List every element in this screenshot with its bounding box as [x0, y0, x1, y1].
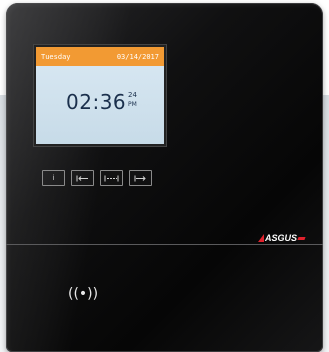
date-label: 03/14/2017: [116, 52, 159, 61]
break-key[interactable]: [100, 170, 123, 186]
panel-divider: [6, 244, 323, 245]
break-icon: [104, 175, 119, 181]
clock-out-icon: [134, 175, 146, 181]
rfid-symbol: ((•)): [68, 286, 99, 302]
brand-logo: ASGUS: [258, 233, 306, 243]
lcd-display: Tuesday 03/14/2017 02:36 24 PM: [36, 47, 164, 144]
brand-name: ASGUS: [265, 233, 298, 243]
ampm-indicator: PM: [128, 101, 137, 108]
info-icon: i: [52, 174, 55, 182]
logo-tail-icon: [297, 236, 306, 240]
logo-mark-icon: [258, 234, 264, 242]
time-readout: 02:36: [66, 90, 127, 114]
rfid-reader-icon[interactable]: ((•)): [68, 286, 98, 302]
display-body: 02:36 24 PM: [36, 66, 164, 144]
day-label: Tuesday: [41, 52, 71, 61]
display-header: Tuesday 03/14/2017: [36, 47, 164, 66]
clock-in-key[interactable]: [71, 170, 94, 186]
seconds-readout: 24: [128, 91, 137, 99]
clock-out-key[interactable]: [129, 170, 152, 186]
function-keys: i: [42, 170, 152, 186]
info-key[interactable]: i: [42, 170, 65, 186]
clock-in-icon: [76, 175, 88, 181]
